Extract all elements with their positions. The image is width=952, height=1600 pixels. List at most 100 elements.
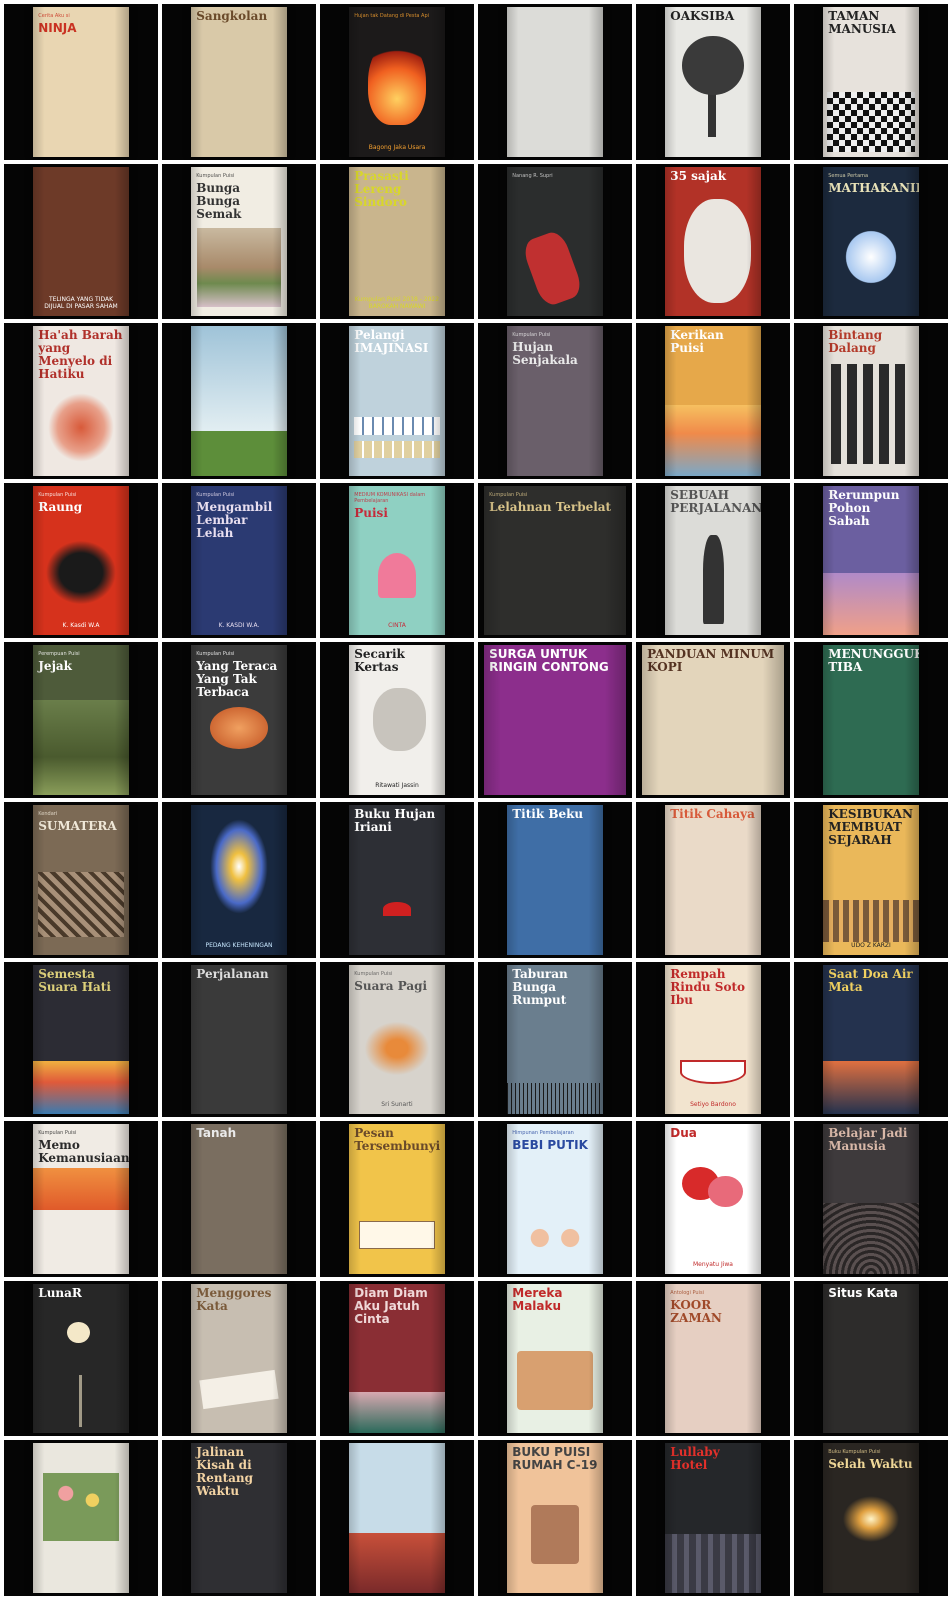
book-cover: TELINGA YANG TIDAK DIJUAL DI PASAR SAHAM	[33, 166, 129, 317]
book-title: Suara Pagi	[354, 978, 428, 993]
book-cell: Perjalanan	[162, 961, 316, 1118]
book-subtitle: Buku Kumpulan Puisi	[828, 1449, 881, 1456]
book-cell: Menggores Kata	[162, 1280, 316, 1437]
cover-artwork	[191, 543, 287, 623]
cover-artwork	[191, 805, 287, 942]
cover-artwork	[349, 19, 445, 144]
book-title: OAKSIBA	[670, 9, 735, 23]
book-cover: Tanah	[191, 1124, 287, 1274]
book-cell: SURGA UNTUK RINGIN CONTONG	[478, 642, 632, 798]
book-cell	[320, 1440, 474, 1596]
book-cover: Sangkolan	[191, 7, 287, 157]
book-title: KOOR ZAMAN	[670, 1297, 722, 1325]
cover-artwork	[507, 1475, 603, 1593]
book-subtitle: Kumpulan Puisi	[512, 332, 551, 339]
book-title: SURGA UNTUK RINGIN CONTONG	[489, 647, 609, 675]
book-cell: Prasasti Lereng Sindoro Kumpulan Puisi 20…	[320, 163, 474, 320]
book-subtitle: Perempuan Puisi	[38, 651, 80, 658]
cover-artwork	[823, 1474, 919, 1593]
book-cell: Kumpulan Puisi Lelahnan Terbelat	[478, 482, 632, 639]
book-cover: Dua Menyatu Jiwa	[665, 1124, 761, 1274]
book-title: Selah Waktu	[828, 1457, 913, 1472]
cover-artwork	[484, 677, 626, 795]
book-cell: Secarik Kertas Ritawati Jassin	[320, 642, 474, 798]
cover-artwork	[33, 676, 129, 795]
book-author: Menyatu Jiwa	[693, 1260, 733, 1268]
cover-artwork	[33, 1443, 129, 1593]
book-cover: BUKU PUISI RUMAH C-19	[507, 1443, 603, 1593]
book-title: Hujan Senjakala	[512, 340, 578, 368]
book-cover: Antologi Puisi KOOR ZAMAN	[665, 1283, 761, 1434]
cover-artwork	[665, 358, 761, 476]
book-subtitle: Kumpulan Puisi	[196, 491, 235, 498]
book-author: Ritawati Jassin	[375, 782, 419, 789]
book-subtitle: Antologi Puisi	[670, 1289, 704, 1296]
book-title: Taburan Bunga Rumput	[512, 966, 568, 1007]
book-cell: OAKSIBA	[636, 4, 790, 160]
book-cover	[33, 1443, 129, 1593]
book-subtitle: MEDIUM KOMUNIKASI dalam Pembelajaran	[354, 491, 426, 504]
book-author: UDO Z KARZI	[851, 941, 891, 949]
cover-artwork	[484, 517, 626, 636]
book-cover: SEBUAH PERJALANAN	[665, 485, 761, 636]
cover-artwork	[665, 1143, 761, 1261]
book-title: Titik Beku	[512, 807, 584, 821]
book-title: BUKU PUISI RUMAH C-19	[512, 1445, 598, 1473]
cover-artwork	[191, 702, 287, 795]
cover-artwork	[349, 996, 445, 1102]
book-cover: Perjalanan	[191, 964, 287, 1115]
book-cover: Titik Beku	[507, 805, 603, 955]
book-title: Semesta Suara Hati	[38, 966, 111, 994]
book-cover: Taburan Bunga Rumput	[507, 964, 603, 1115]
book-subtitle: Cerita Aku si	[38, 13, 70, 19]
book-cell: Kendari SUMATERA	[4, 802, 158, 958]
cover-artwork	[33, 517, 129, 623]
cover-artwork	[507, 7, 603, 157]
book-subtitle: Kumpulan Puisi	[489, 491, 528, 498]
book-cover: Kerikan Puisi	[665, 326, 761, 476]
book-cover: Buku Kumpulan Puisi Selah Waktu	[823, 1443, 919, 1593]
book-cover: Rerumpun Pohon Sabah	[823, 485, 919, 636]
book-author: CINTA	[388, 622, 406, 630]
cover-artwork	[191, 26, 287, 157]
book-title: Buku Hujan Iriani	[354, 807, 436, 834]
cover-artwork	[349, 677, 445, 782]
book-title: Kerikan Puisi	[670, 328, 724, 356]
book-cell: Buku Hujan Iriani	[320, 802, 474, 958]
book-subtitle: Kumpulan Puisi	[38, 491, 77, 498]
cover-artwork	[665, 1475, 761, 1593]
book-cover: Pelangi IMAJINASI	[349, 326, 445, 476]
cover-artwork	[33, 836, 129, 955]
book-subtitle: Kumpulan Puisi	[196, 172, 235, 179]
book-subtitle: Himpunan Pembelajaran	[512, 1130, 574, 1137]
book-cell: Saat Doa Air Mata	[794, 961, 948, 1118]
book-cell: Kumpulan Puisi Raung K. Kasdi W.A	[4, 482, 158, 639]
book-author: K. KASDI W.A.	[218, 622, 260, 630]
cover-artwork	[823, 39, 919, 157]
book-title: MENUNGGUKU TIBA	[828, 647, 919, 675]
book-cell: Titik Beku	[478, 802, 632, 958]
book-author: PEDANG KEHENINGAN	[205, 941, 273, 949]
cover-artwork	[33, 384, 129, 476]
book-cover: MENUNGGUKU TIBA	[823, 645, 919, 795]
book-cover: Prasasti Lereng Sindoro Kumpulan Puisi 20…	[349, 166, 445, 317]
book-cover: SURGA UNTUK RINGIN CONTONG	[484, 645, 626, 795]
book-cover: 35 sajak	[665, 166, 761, 317]
cover-artwork	[507, 1010, 603, 1115]
book-cover: Kumpulan Puisi Yang Teraca Yang Tak Terba…	[191, 645, 287, 795]
book-cell: Diam Diam Aku Jatuh Cinta	[320, 1280, 474, 1437]
book-title: Raung	[38, 499, 83, 514]
book-cell: TAMAN MANUSIA	[794, 4, 948, 160]
book-cover: Diam Diam Aku Jatuh Cinta	[349, 1283, 445, 1434]
book-title: LunaR	[38, 1285, 82, 1300]
book-cover: Secarik Kertas Ritawati Jassin	[349, 645, 445, 795]
book-title: Jalinan Kisah di Rentang Waktu	[196, 1445, 254, 1499]
book-cell: Cerita Aku si NINJA	[4, 4, 158, 160]
book-cell: KESIBUKAN MEMBUAT SEJARAH UDO Z KARZI	[794, 802, 948, 958]
book-title: Ha'ah Barah yang Menyelo di Hatiku	[38, 328, 123, 382]
book-cell: Kumpulan Puisi Mengambil Lembar Lelah K. K…	[162, 482, 316, 639]
book-title: BEBI PUTIK	[512, 1138, 588, 1153]
book-cover: Kumpulan Puisi Memo Kemanusiaan	[33, 1124, 129, 1274]
book-subtitle: Kumpulan Puisi	[354, 970, 393, 977]
cover-artwork	[507, 1155, 603, 1274]
